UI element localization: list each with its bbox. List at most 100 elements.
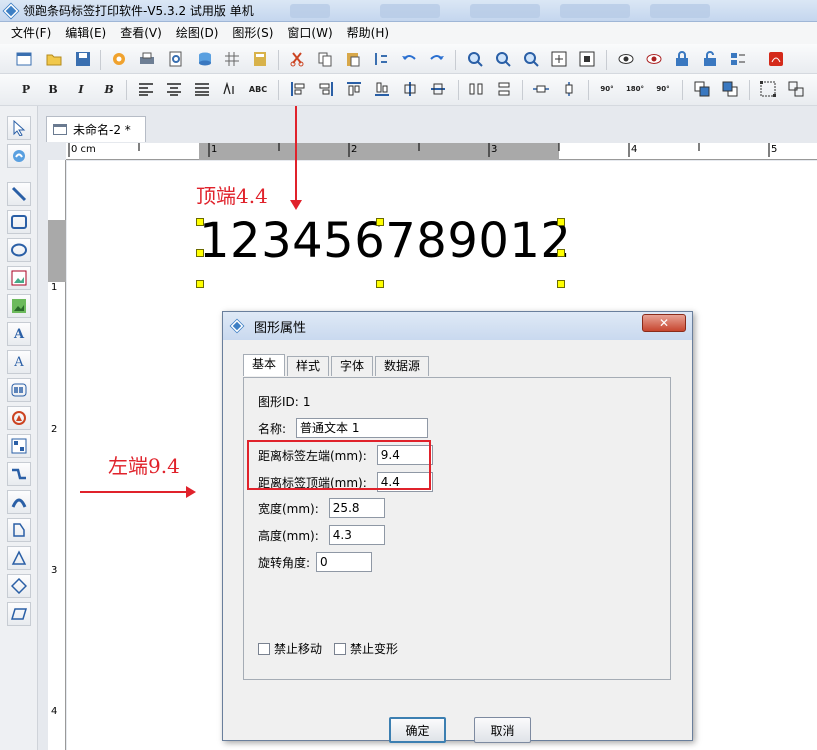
picture-tool-icon[interactable]	[7, 294, 31, 318]
justify-icon[interactable]	[192, 79, 212, 99]
redo-icon[interactable]	[427, 49, 447, 69]
distribute-vertical-icon[interactable]	[494, 79, 514, 99]
align-right-edge-icon[interactable]	[316, 79, 336, 99]
unlock-icon[interactable]	[700, 49, 720, 69]
align-icon[interactable]	[371, 49, 391, 69]
layout-icon[interactable]	[728, 49, 748, 69]
distribute-horizontal-icon[interactable]	[466, 79, 486, 99]
grid-icon[interactable]	[222, 49, 242, 69]
resize-handle[interactable]	[557, 280, 565, 288]
tab-basic[interactable]: 基本	[243, 354, 286, 376]
rotate-270-button[interactable]: 90°	[653, 79, 673, 99]
shape-tool-icon[interactable]	[7, 406, 31, 430]
height-field[interactable]: 4.3	[328, 525, 385, 545]
outline-text-tool-icon[interactable]: A	[7, 350, 31, 374]
parallelogram-tool-icon[interactable]	[7, 602, 31, 626]
center-horizontal-icon[interactable]	[400, 79, 420, 99]
bold-italic-button[interactable]: B	[99, 79, 119, 99]
arc-tool-icon[interactable]	[7, 490, 31, 514]
copy-icon[interactable]	[315, 49, 335, 69]
width-field[interactable]: 25.8	[328, 498, 385, 518]
hand-pan-icon[interactable]	[7, 144, 31, 168]
image-tool-icon[interactable]	[7, 266, 31, 290]
italic-button[interactable]: I	[71, 79, 91, 99]
tab-style[interactable]: 样式	[287, 356, 330, 376]
pdf-icon[interactable]	[766, 49, 786, 69]
calculator-icon[interactable]	[250, 49, 270, 69]
abc-button[interactable]: ABC	[248, 79, 268, 99]
resize-handle[interactable]	[196, 218, 204, 226]
same-width-icon[interactable]	[531, 79, 551, 99]
bold-button[interactable]: B	[43, 79, 63, 99]
align-left-edge-icon[interactable]	[288, 79, 308, 99]
menu-window[interactable]: 窗口(W)	[280, 23, 339, 43]
qrcode-tool-icon[interactable]	[7, 434, 31, 458]
curve-tool-icon[interactable]	[7, 462, 31, 486]
actual-size-icon[interactable]	[577, 49, 597, 69]
line-tool-icon[interactable]	[7, 182, 31, 206]
undo-icon[interactable]	[399, 49, 419, 69]
new-file-icon[interactable]	[14, 49, 34, 69]
tab-datasource[interactable]: 数据源	[375, 356, 430, 376]
menu-view[interactable]: 查看(V)	[113, 23, 169, 43]
plain-text-button[interactable]: P	[16, 79, 36, 99]
text-tool-icon[interactable]: A	[7, 322, 31, 346]
no-deform-checkbox[interactable]	[334, 642, 347, 655]
menu-draw[interactable]: 绘图(D)	[169, 23, 226, 43]
database-icon[interactable]	[195, 49, 215, 69]
rotate-180-button[interactable]: 180°	[625, 79, 645, 99]
name-field[interactable]: 普通文本 1	[296, 418, 429, 438]
align-center-icon[interactable]	[164, 79, 184, 99]
eye-hidden-icon[interactable]	[644, 49, 664, 69]
group-icon[interactable]	[758, 79, 778, 99]
fit-page-icon[interactable]	[549, 49, 569, 69]
close-icon[interactable]: ✕	[642, 314, 686, 332]
center-vertical-icon[interactable]	[428, 79, 448, 99]
ungroup-icon[interactable]	[786, 79, 806, 99]
align-top-edge-icon[interactable]	[344, 79, 364, 99]
barcode-tool-icon[interactable]	[7, 378, 31, 402]
select-pointer-icon[interactable]	[7, 116, 31, 140]
zoom-icon[interactable]	[521, 49, 541, 69]
rectangle-tool-icon[interactable]	[7, 210, 31, 234]
canvas-text-object[interactable]: 123456789012	[199, 210, 571, 272]
resize-handle[interactable]	[196, 280, 204, 288]
resize-handle[interactable]	[557, 218, 565, 226]
zoom-out-icon[interactable]	[493, 49, 513, 69]
rotate-90-button[interactable]: 90°	[597, 79, 617, 99]
save-icon[interactable]	[73, 49, 93, 69]
resize-handle[interactable]	[196, 249, 204, 257]
paste-icon[interactable]	[343, 49, 363, 69]
rotation-field[interactable]: 0	[316, 552, 373, 572]
open-folder-icon[interactable]	[44, 49, 64, 69]
resize-handle[interactable]	[376, 280, 384, 288]
ok-button[interactable]: 确定	[389, 717, 446, 743]
diamond-tool-icon[interactable]	[7, 574, 31, 598]
align-left-icon[interactable]	[136, 79, 156, 99]
char-spacing-icon[interactable]	[220, 79, 240, 99]
resize-handle[interactable]	[376, 218, 384, 226]
print-preview-icon[interactable]	[166, 49, 186, 69]
menu-file[interactable]: 文件(F)	[4, 23, 58, 43]
align-bottom-edge-icon[interactable]	[372, 79, 392, 99]
document-tab[interactable]: 未命名-2 *	[46, 116, 146, 142]
polyline-tool-icon[interactable]	[7, 518, 31, 542]
bring-front-icon[interactable]	[692, 79, 712, 99]
cut-icon[interactable]	[287, 49, 307, 69]
zoom-in-icon[interactable]	[465, 49, 485, 69]
ellipse-tool-icon[interactable]	[7, 238, 31, 262]
menu-shape[interactable]: 图形(S)	[225, 23, 280, 43]
print-icon[interactable]	[137, 49, 157, 69]
settings-gear-icon[interactable]	[109, 49, 129, 69]
menu-help[interactable]: 帮助(H)	[340, 23, 396, 43]
menu-edit[interactable]: 编辑(E)	[58, 23, 113, 43]
tab-font[interactable]: 字体	[331, 356, 374, 376]
send-back-icon[interactable]	[720, 79, 740, 99]
lock-icon[interactable]	[672, 49, 692, 69]
triangle-tool-icon[interactable]	[7, 546, 31, 570]
cancel-button[interactable]: 取消	[474, 717, 531, 743]
no-move-checkbox[interactable]	[258, 642, 270, 655]
eye-icon[interactable]	[616, 49, 636, 69]
resize-handle[interactable]	[557, 249, 565, 257]
same-height-icon[interactable]	[559, 79, 579, 99]
